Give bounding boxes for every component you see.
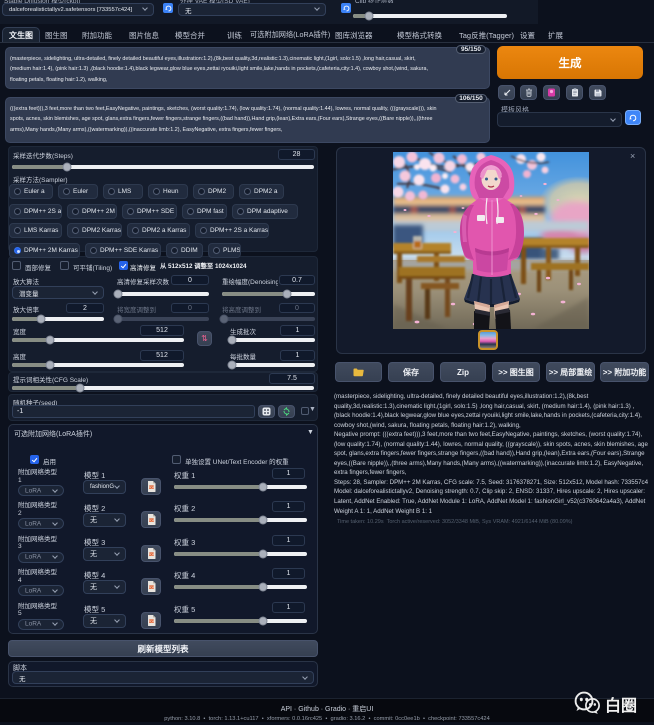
svg-text:PDF: PDF	[148, 519, 154, 523]
svg-text:PDF: PDF	[148, 485, 154, 489]
svg-text:PDF: PDF	[148, 552, 154, 556]
svg-text:PDF: PDF	[148, 619, 154, 623]
svg-text:PDF: PDF	[148, 585, 154, 589]
svg-text:白圈: 白圈	[605, 696, 637, 715]
